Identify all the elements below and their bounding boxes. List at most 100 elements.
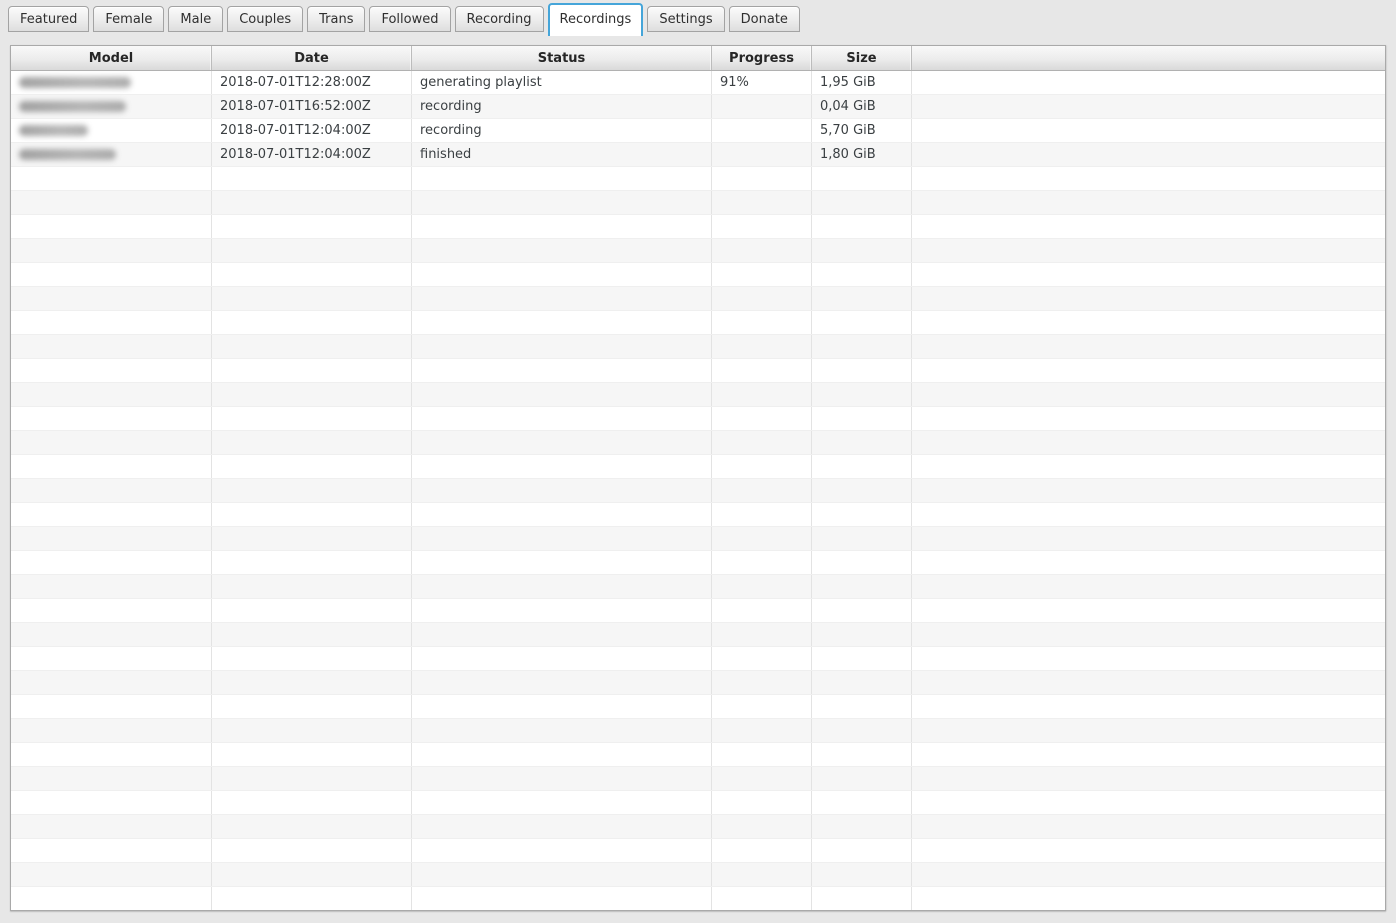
- cell-size: [812, 791, 912, 814]
- cell-empty: [912, 359, 1385, 382]
- cell-size: 0,04 GiB: [812, 95, 912, 118]
- cell-model: [11, 671, 212, 694]
- table-row[interactable]: 2018-07-01T12:04:00Z recording 5,70 GiB: [11, 119, 1385, 143]
- table-row-empty: [11, 479, 1385, 503]
- table-row-empty: [11, 599, 1385, 623]
- cell-empty: [912, 815, 1385, 838]
- cell-status: [412, 671, 712, 694]
- cell-date: [212, 215, 412, 238]
- column-header-status[interactable]: Status: [412, 46, 712, 70]
- model-name-redacted: [19, 149, 116, 160]
- cell-status: [412, 383, 712, 406]
- cell-progress: [712, 191, 812, 214]
- column-header-date[interactable]: Date: [212, 46, 412, 70]
- cell-size: [812, 503, 912, 526]
- cell-model: [11, 431, 212, 454]
- cell-date: [212, 695, 412, 718]
- cell-date: [212, 359, 412, 382]
- tab-couples[interactable]: Couples: [227, 6, 304, 32]
- cell-size: [812, 767, 912, 790]
- cell-date: [212, 599, 412, 622]
- cell-date: [212, 719, 412, 742]
- table-row-empty: [11, 743, 1385, 767]
- cell-date: [212, 479, 412, 502]
- tab-settings[interactable]: Settings: [647, 6, 725, 32]
- table-row[interactable]: 2018-07-01T12:04:00Z finished 1,80 GiB: [11, 143, 1385, 167]
- cell-status: [412, 239, 712, 262]
- model-name-redacted: [19, 125, 88, 136]
- cell-size: [812, 815, 912, 838]
- cell-model: [11, 815, 212, 838]
- column-header-empty[interactable]: [912, 46, 1385, 70]
- table-row-empty: [11, 167, 1385, 191]
- cell-date: [212, 527, 412, 550]
- table-row[interactable]: 2018-07-01T16:52:00Z recording 0,04 GiB: [11, 95, 1385, 119]
- table-row-empty: [11, 887, 1385, 910]
- cell-empty: [912, 167, 1385, 190]
- table-row-empty: [11, 383, 1385, 407]
- column-header-model[interactable]: Model: [11, 46, 212, 70]
- tab-donate[interactable]: Donate: [728, 6, 800, 32]
- cell-model: [11, 239, 212, 262]
- cell-model: [11, 383, 212, 406]
- tab-recordings[interactable]: Recordings: [547, 3, 644, 36]
- cell-date: [212, 335, 412, 358]
- cell-status: [412, 743, 712, 766]
- table-row-empty: [11, 407, 1385, 431]
- cell-model: [11, 767, 212, 790]
- cell-model: [11, 599, 212, 622]
- cell-size: [812, 719, 912, 742]
- cell-size: [812, 479, 912, 502]
- table-row-empty: [11, 719, 1385, 743]
- cell-date: [212, 311, 412, 334]
- table-row-empty: [11, 215, 1385, 239]
- cell-status: [412, 191, 712, 214]
- table-row-empty: [11, 455, 1385, 479]
- cell-size: [812, 335, 912, 358]
- cell-spacer: [912, 143, 1385, 166]
- cell-size: [812, 671, 912, 694]
- cell-status: [412, 791, 712, 814]
- cell-size: [812, 359, 912, 382]
- table-row[interactable]: 2018-07-01T12:28:00Z generating playlist 9…: [11, 71, 1385, 95]
- column-header-progress[interactable]: Progress: [712, 46, 812, 70]
- cell-size: [812, 623, 912, 646]
- cell-model: [11, 575, 212, 598]
- column-header-size[interactable]: Size: [812, 46, 912, 70]
- cell-date: 2018-07-01T16:52:00Z: [212, 95, 412, 118]
- tab-trans[interactable]: Trans: [307, 6, 366, 32]
- cell-progress: [712, 95, 812, 118]
- cell-progress: [712, 311, 812, 334]
- table-row-empty: [11, 191, 1385, 215]
- cell-spacer: [912, 119, 1385, 142]
- cell-status: [412, 215, 712, 238]
- cell-model: [11, 863, 212, 886]
- cell-model: [11, 887, 212, 910]
- cell-progress: [712, 263, 812, 286]
- tab-followed[interactable]: Followed: [369, 6, 451, 32]
- cell-model: [11, 479, 212, 502]
- model-name-redacted: [19, 101, 126, 112]
- cell-date: [212, 839, 412, 862]
- cell-model: [11, 503, 212, 526]
- cell-progress: [712, 887, 812, 910]
- table-body: 2018-07-01T12:28:00Z generating playlist 9…: [11, 71, 1385, 910]
- tab-recording[interactable]: Recording: [454, 6, 544, 32]
- cell-status: recording: [412, 95, 712, 118]
- tab-male[interactable]: Male: [168, 6, 224, 32]
- cell-empty: [912, 623, 1385, 646]
- cell-size: 1,95 GiB: [812, 71, 912, 94]
- cell-progress: [712, 431, 812, 454]
- tab-featured[interactable]: Featured: [8, 6, 90, 32]
- cell-empty: [912, 191, 1385, 214]
- cell-progress: [712, 407, 812, 430]
- cell-empty: [912, 503, 1385, 526]
- cell-status: [412, 599, 712, 622]
- table-row-empty: [11, 287, 1385, 311]
- cell-progress: [712, 839, 812, 862]
- cell-model: [11, 167, 212, 190]
- cell-status: generating playlist: [412, 71, 712, 94]
- cell-model: [11, 263, 212, 286]
- cell-date: [212, 431, 412, 454]
- tab-female[interactable]: Female: [93, 6, 165, 32]
